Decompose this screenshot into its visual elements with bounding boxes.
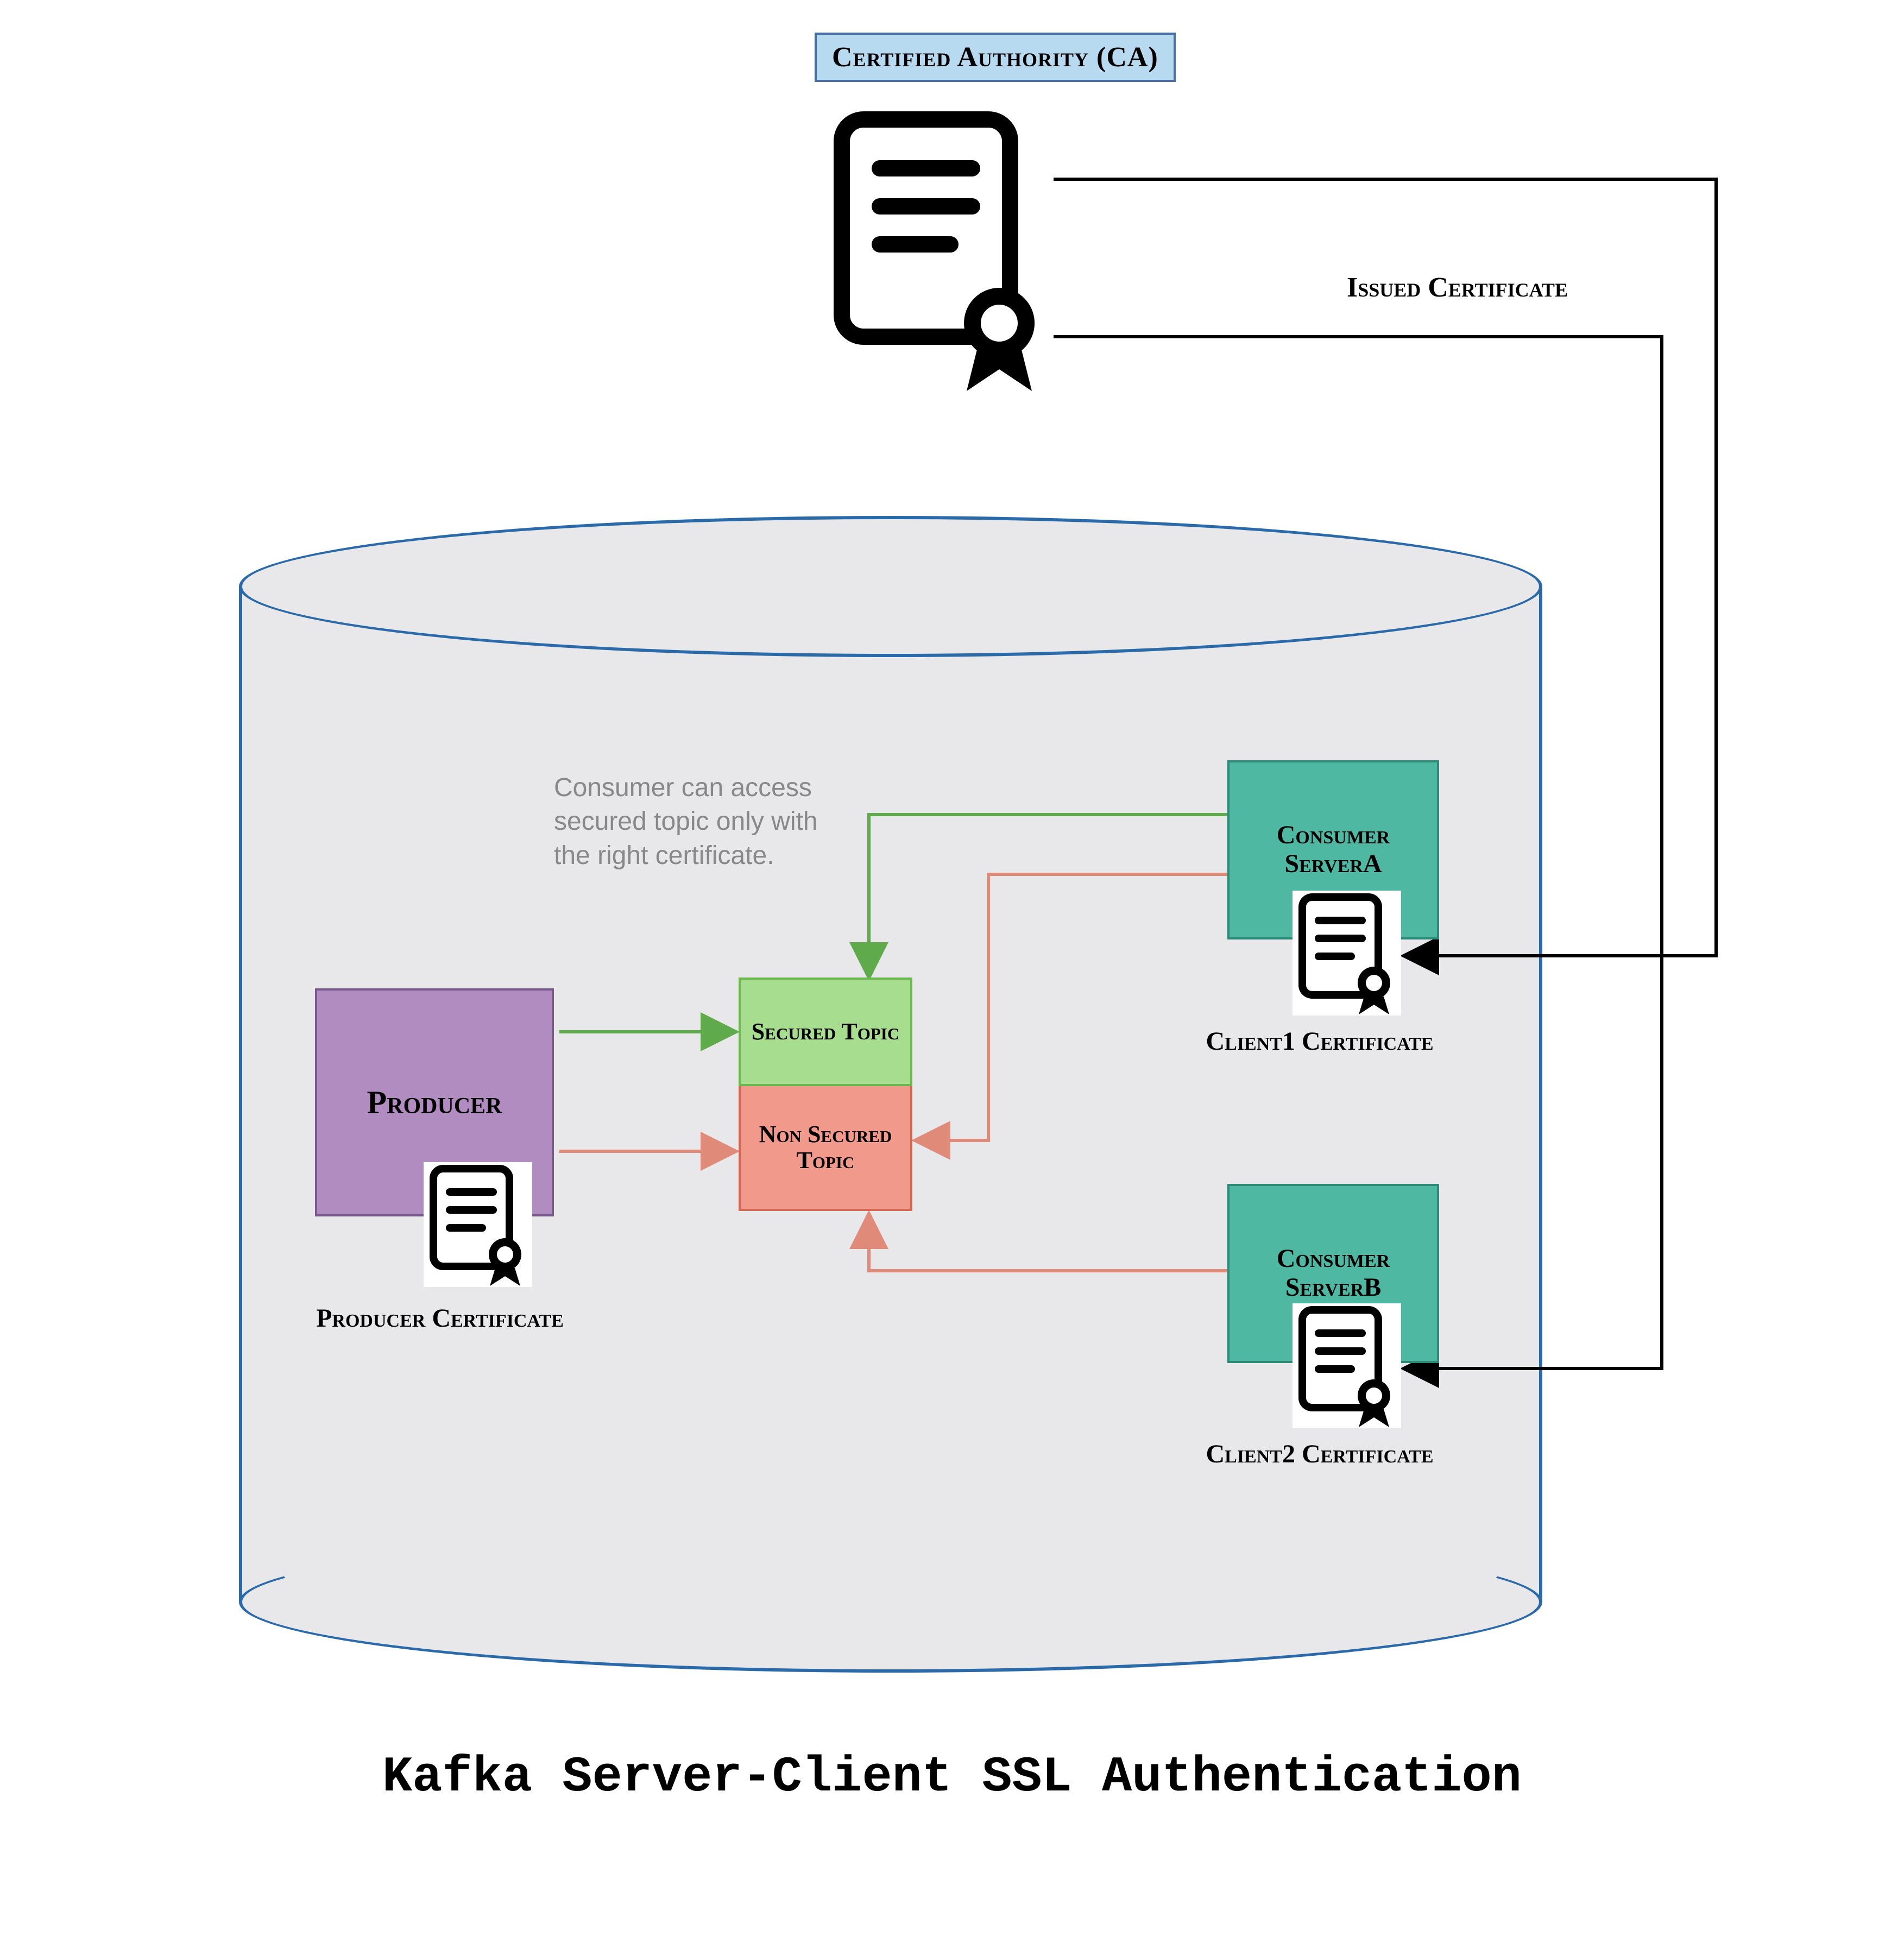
ca-label-text: Certified Authority (CA) [832, 42, 1158, 73]
cylinder-bottom [239, 1531, 1542, 1673]
certificate-icon [424, 1162, 532, 1287]
ca-label-box: Certified Authority (CA) [815, 33, 1176, 82]
cylinder-top [239, 516, 1542, 657]
client1-cert-caption: Client1 Certificate [1184, 1026, 1455, 1056]
certificate-icon [825, 109, 1054, 391]
producer-cert-caption: Producer Certificate [304, 1303, 576, 1333]
secured-topic-label: Secured Topic [752, 1019, 899, 1045]
diagram-title: Kafka Server-Client SSL Authentication [0, 1749, 1904, 1806]
client2-cert-caption: Client2 Certificate [1184, 1439, 1455, 1469]
topic-stack: Secured Topic Non Secured Topic [739, 977, 912, 1211]
consumer-a-label: Consumer ServerA [1230, 821, 1437, 879]
consumer-b-label: Consumer ServerB [1230, 1245, 1437, 1302]
diagram-canvas: Certified Authority (CA) Issued Certific… [0, 0, 1904, 1955]
producer-label: Producer [367, 1084, 502, 1121]
nonsecured-topic-box: Non Secured Topic [739, 1086, 912, 1211]
issued-certificate-label: Issued Certificate [1347, 272, 1568, 304]
nonsecured-topic-label: Non Secured Topic [741, 1121, 910, 1174]
certificate-icon [1293, 1303, 1401, 1428]
secured-topic-box: Secured Topic [739, 977, 912, 1086]
certificate-icon [1293, 891, 1401, 1016]
access-note: Consumer can access secured topic only w… [554, 771, 858, 873]
